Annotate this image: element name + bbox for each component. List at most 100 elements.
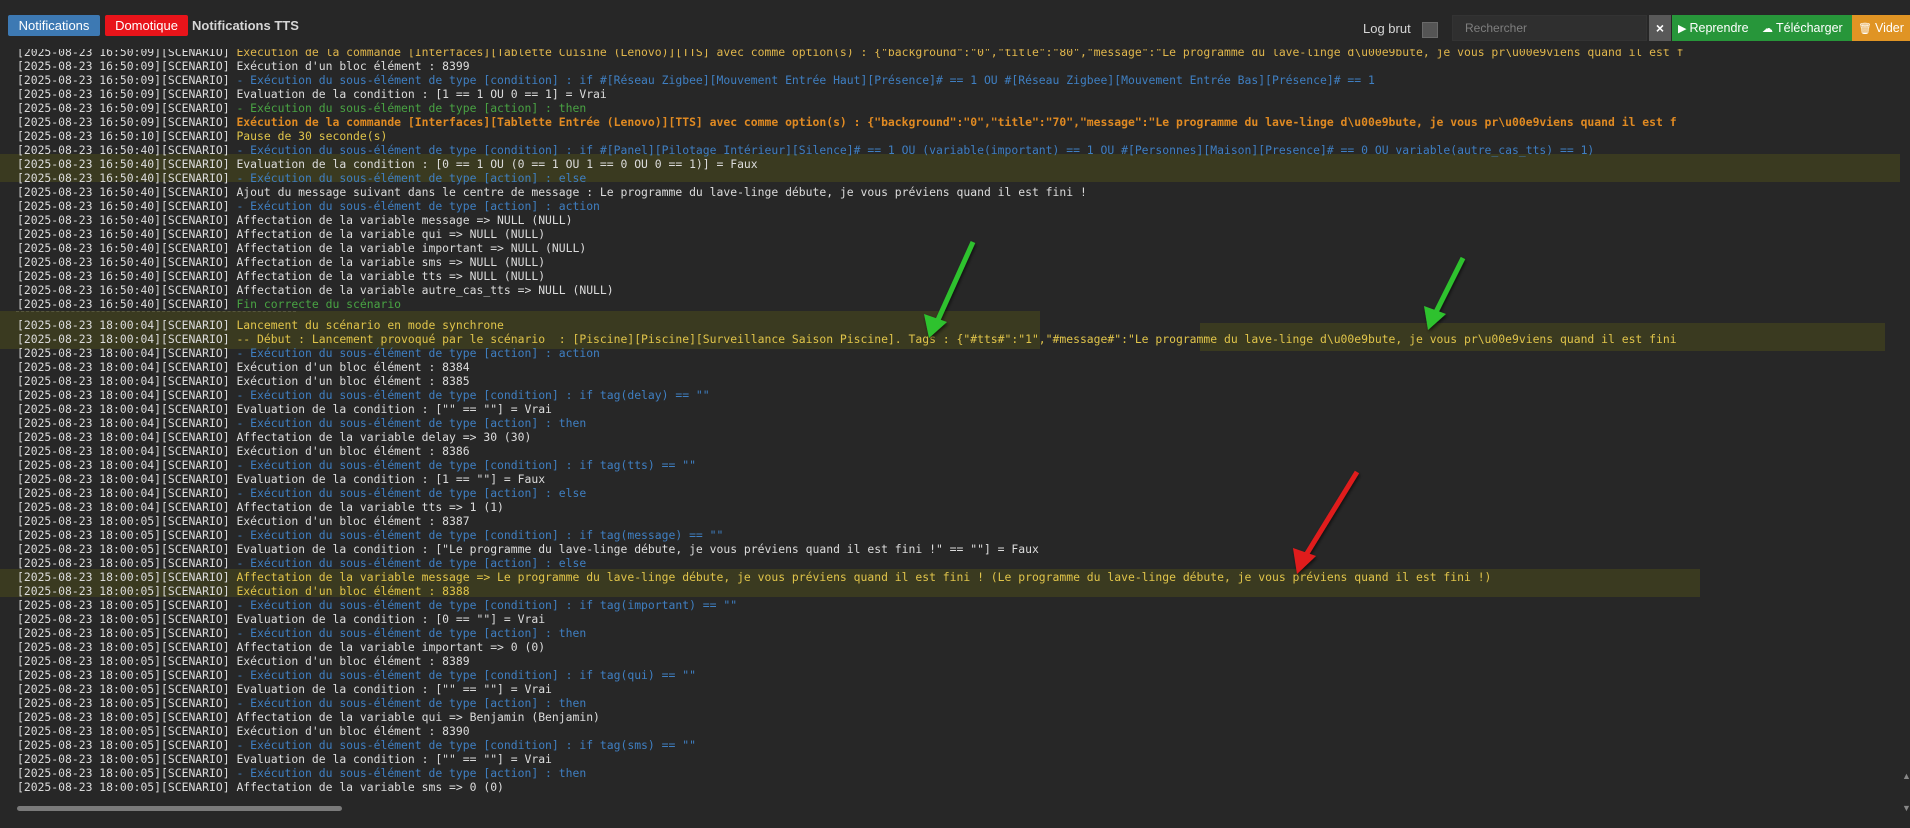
download-button[interactable]: ☁ Télécharger <box>1756 15 1852 41</box>
search-input[interactable] <box>1452 15 1647 41</box>
log-timestamp: [2025-08-23 18:00:05][SCENARIO] <box>17 696 230 710</box>
log-text: Affectation de la variable important => … <box>229 640 546 654</box>
log-text: Exécution d'un bloc élément : 8390 <box>229 724 470 738</box>
log-line: [2025-08-23 16:50:40][SCENARIO] Affectat… <box>0 283 1900 297</box>
log-timestamp: [2025-08-23 16:50:09][SCENARIO] <box>17 115 230 129</box>
log-line: [2025-08-23 18:00:05][SCENARIO] Exécutio… <box>0 724 1900 738</box>
log-text: Evaluation de la condition : ["" == ""] … <box>229 752 552 766</box>
log-text: - Exécution du sous-élément de type [act… <box>229 101 587 115</box>
log-timestamp: [2025-08-23 18:00:05][SCENARIO] <box>17 570 230 584</box>
horizontal-scrollbar[interactable] <box>17 806 342 811</box>
breadcrumb-domotique[interactable]: Domotique <box>105 15 188 36</box>
log-timestamp: [2025-08-23 18:00:04][SCENARIO] <box>17 486 230 500</box>
log-text: - Exécution du sous-élément de type [con… <box>229 458 696 472</box>
log-timestamp: [2025-08-23 16:50:09][SCENARIO] <box>17 101 230 115</box>
log-timestamp: [2025-08-23 18:00:05][SCENARIO] <box>17 542 230 556</box>
log-text: Evaluation de la condition : [0 == ""] =… <box>229 612 546 626</box>
log-text: Exécution d'un bloc élément : 8399 <box>229 59 470 73</box>
log-line: [2025-08-23 16:50:40][SCENARIO] - Exécut… <box>0 199 1900 213</box>
log-line: [2025-08-23 16:50:09][SCENARIO] Exécutio… <box>0 59 1900 73</box>
log-timestamp: [2025-08-23 18:00:05][SCENARIO] <box>17 682 230 696</box>
log-text: - Exécution du sous-élément de type [act… <box>229 696 587 710</box>
log-line: [2025-08-23 16:50:40][SCENARIO] - Exécut… <box>0 143 1900 157</box>
cloud-download-icon: ☁ <box>1762 23 1773 35</box>
breadcrumb-scenario-name: Notifications TTS <box>192 18 299 33</box>
log-text: Evaluation de la condition : ["Le progra… <box>229 542 1039 556</box>
log-text: Exécution de la commande [Interfaces][Ta… <box>229 49 1684 59</box>
log-timestamp: [2025-08-23 16:50:40][SCENARIO] <box>17 227 230 241</box>
log-timestamp: [2025-08-23 16:50:40][SCENARIO] <box>17 283 230 297</box>
breadcrumb-notifications[interactable]: Notifications <box>8 15 100 36</box>
log-text: Affectation de la variable tts => NULL (… <box>229 269 546 283</box>
log-timestamp: [2025-08-23 18:00:05][SCENARIO] <box>17 668 230 682</box>
scroll-down-icon[interactable]: ▼ <box>1902 803 1910 815</box>
log-timestamp: [2025-08-23 18:00:05][SCENARIO] <box>17 766 230 780</box>
scenario-log[interactable]: [2025-08-23 16:50:09][SCENARIO] Exécutio… <box>0 49 1900 801</box>
empty-log-button[interactable]: 🗑 Vider <box>1852 15 1910 41</box>
log-text: - Exécution du sous-élément de type [con… <box>229 143 1595 157</box>
log-line: [2025-08-23 18:00:05][SCENARIO] - Exécut… <box>0 626 1900 640</box>
log-text: - Exécution du sous-élément de type [con… <box>229 738 696 752</box>
log-timestamp: [2025-08-23 18:00:04][SCENARIO] <box>17 472 230 486</box>
log-timestamp: [2025-08-23 18:00:04][SCENARIO] <box>17 346 230 360</box>
log-timestamp: [2025-08-23 18:00:04][SCENARIO] <box>17 458 230 472</box>
resume-button[interactable]: ▶ Reprendre <box>1672 15 1756 41</box>
log-text: - Exécution du sous-élément de type [act… <box>229 486 587 500</box>
log-timestamp: [2025-08-23 18:00:04][SCENARIO] <box>17 402 230 416</box>
log-line: [2025-08-23 16:50:09][SCENARIO] - Exécut… <box>0 101 1900 115</box>
log-timestamp: [2025-08-23 18:00:05][SCENARIO] <box>17 612 230 626</box>
log-raw-checkbox[interactable] <box>1422 22 1438 38</box>
log-timestamp: [2025-08-23 18:00:04][SCENARIO] <box>17 318 230 332</box>
log-text: Affectation de la variable sms => 0 (0) <box>229 780 504 794</box>
log-line: [2025-08-23 18:00:04][SCENARIO] Affectat… <box>0 430 1900 444</box>
log-timestamp: [2025-08-23 18:00:05][SCENARIO] <box>17 626 230 640</box>
log-line: [2025-08-23 16:50:09][SCENARIO] Exécutio… <box>0 49 1900 59</box>
log-line: [2025-08-23 18:00:05][SCENARIO] - Exécut… <box>0 668 1900 682</box>
log-timestamp: [2025-08-23 16:50:40][SCENARIO] <box>17 199 230 213</box>
log-text: Evaluation de la condition : ["" == ""] … <box>229 402 552 416</box>
log-line: [2025-08-23 18:00:05][SCENARIO] Evaluati… <box>0 612 1900 626</box>
close-icon: × <box>1655 20 1665 36</box>
log-line: [2025-08-23 18:00:05][SCENARIO] Exécutio… <box>0 654 1900 668</box>
log-line: [2025-08-23 18:00:04][SCENARIO] Exécutio… <box>0 374 1900 388</box>
log-timestamp: [2025-08-23 18:00:04][SCENARIO] <box>17 430 230 444</box>
log-line: [2025-08-23 18:00:05][SCENARIO] Evaluati… <box>0 682 1900 696</box>
scroll-up-icon[interactable]: ▲ <box>1902 771 1910 783</box>
log-text: - Exécution du sous-élément de type [act… <box>229 416 587 430</box>
log-timestamp: [2025-08-23 18:00:04][SCENARIO] <box>17 444 230 458</box>
log-timestamp: [2025-08-23 16:50:40][SCENARIO] <box>17 171 230 185</box>
log-timestamp: [2025-08-23 18:00:05][SCENARIO] <box>17 738 230 752</box>
log-timestamp: [2025-08-23 18:00:05][SCENARIO] <box>17 528 230 542</box>
log-text: - Exécution du sous-élément de type [con… <box>229 598 738 612</box>
log-line: [2025-08-23 16:50:09][SCENARIO] Evaluati… <box>0 87 1900 101</box>
log-line: [2025-08-23 16:50:40][SCENARIO] - Exécut… <box>0 171 1900 185</box>
log-timestamp: [2025-08-23 16:50:40][SCENARIO] <box>17 269 230 283</box>
log-text: - Exécution du sous-élément de type [con… <box>229 528 724 542</box>
log-timestamp: [2025-08-23 18:00:05][SCENARIO] <box>17 514 230 528</box>
log-text: -- Début : Lancement provoqué par le scé… <box>229 332 1677 346</box>
log-timestamp: [2025-08-23 18:00:04][SCENARIO] <box>17 416 230 430</box>
log-line: [2025-08-23 18:00:04][SCENARIO] Evaluati… <box>0 472 1900 486</box>
log-timestamp: [2025-08-23 18:00:05][SCENARIO] <box>17 780 230 794</box>
log-timestamp: [2025-08-23 16:50:40][SCENARIO] <box>17 241 230 255</box>
clear-search-button[interactable]: × <box>1649 15 1671 41</box>
log-timestamp: [2025-08-23 18:00:05][SCENARIO] <box>17 640 230 654</box>
log-line: [2025-08-23 16:50:10][SCENARIO] Pause de… <box>0 129 1900 143</box>
log-text: Evaluation de la condition : ["" == ""] … <box>229 682 552 696</box>
log-text: - Exécution du sous-élément de type [act… <box>229 346 600 360</box>
log-line: [2025-08-23 18:00:05][SCENARIO] Affectat… <box>0 570 1900 584</box>
log-line: [2025-08-23 18:00:05][SCENARIO] Evaluati… <box>0 752 1900 766</box>
log-text: - Exécution du sous-élément de type [act… <box>229 626 587 640</box>
log-text: - Exécution du sous-élément de type [act… <box>229 766 587 780</box>
log-timestamp: [2025-08-23 16:50:09][SCENARIO] <box>17 49 230 59</box>
log-line: [2025-08-23 16:50:40][SCENARIO] Affectat… <box>0 269 1900 283</box>
log-line: [2025-08-23 18:00:04][SCENARIO] - Exécut… <box>0 486 1900 500</box>
log-line: [2025-08-23 18:00:05][SCENARIO] - Exécut… <box>0 696 1900 710</box>
log-line: [2025-08-23 18:00:05][SCENARIO] - Exécut… <box>0 766 1900 780</box>
log-text: Exécution d'un bloc élément : 8389 <box>229 654 470 668</box>
log-line: [2025-08-23 18:00:04][SCENARIO] Exécutio… <box>0 360 1900 374</box>
log-line: [2025-08-23 18:00:05][SCENARIO] Affectat… <box>0 710 1900 724</box>
log-text: Ajout du message suivant dans le centre … <box>229 185 1087 199</box>
log-line: [2025-08-23 16:50:40][SCENARIO] Ajout du… <box>0 185 1900 199</box>
log-text: - Exécution du sous-élément de type [act… <box>229 171 587 185</box>
